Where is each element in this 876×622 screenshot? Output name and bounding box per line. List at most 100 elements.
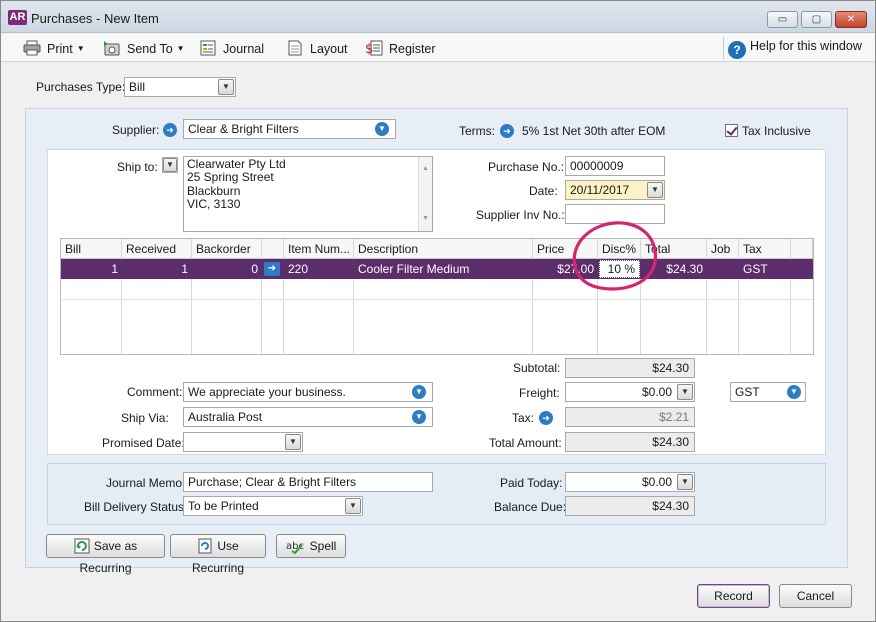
use-recurring-icon: [198, 538, 212, 554]
tax-detail-arrow-icon[interactable]: ➜: [539, 411, 553, 425]
item-detail-arrow-icon[interactable]: ➜: [264, 262, 280, 276]
line-items-table: Bill Received Backorder Item Num... Desc…: [60, 238, 814, 355]
terms-value: 5% 1st Net 30th after EOM: [522, 124, 666, 138]
paid-today-label: Paid Today:: [500, 476, 563, 490]
ship-to-dropdown[interactable]: ▼: [162, 157, 178, 173]
balance-due-label: Balance Due:: [494, 500, 567, 514]
column-divider: [284, 239, 354, 354]
comment-label: Comment:: [127, 385, 183, 399]
date-label: Date:: [529, 184, 558, 198]
column-divider: [192, 239, 262, 354]
purchase-type-value: Bill: [129, 80, 146, 94]
tax-inclusive-label: Tax Inclusive: [742, 124, 811, 138]
bill-delivery-select[interactable]: To be Printed ▼: [183, 496, 363, 516]
freight-input[interactable]: $0.00 ▼: [565, 382, 695, 402]
record-button[interactable]: Record: [697, 584, 770, 608]
cell-item-number[interactable]: 220: [284, 259, 354, 279]
chevron-down-icon[interactable]: ▼: [375, 122, 389, 136]
tax-inclusive-checkbox[interactable]: Tax Inclusive: [725, 124, 811, 138]
row-divider: [61, 299, 813, 300]
toolbar-separator: [723, 37, 724, 59]
column-divider: [61, 239, 122, 354]
register-button[interactable]: $ Register: [365, 40, 436, 58]
help-button[interactable]: ? Help for this window: [728, 39, 862, 59]
register-label: Register: [389, 42, 436, 56]
journal-memo-input[interactable]: Purchase; Clear & Bright Filters: [183, 472, 433, 492]
comment-value: We appreciate your business.: [188, 385, 346, 399]
purchase-type-select[interactable]: Bill ▼: [124, 77, 236, 97]
journal-label: Journal: [223, 42, 264, 56]
ship-via-label: Ship Via:: [121, 411, 169, 425]
ship-to-address-input[interactable]: Clearwater Pty Ltd 25 Spring Street Blac…: [183, 156, 433, 232]
cell-received[interactable]: 1: [122, 259, 192, 279]
printer-icon: [23, 40, 41, 56]
journal-button[interactable]: Journal: [199, 40, 264, 58]
send-to-icon: [104, 41, 120, 56]
promised-date-input[interactable]: ▼: [183, 432, 303, 452]
column-header-filler: [791, 239, 813, 259]
chevron-down-icon[interactable]: ▼: [412, 410, 426, 424]
supplier-inv-label: Supplier Inv No.:: [476, 208, 565, 222]
maximize-button[interactable]: ▢: [801, 11, 832, 28]
spell-label: Spell: [309, 539, 337, 553]
freight-value: $0.00: [641, 385, 672, 399]
cell-tax[interactable]: GST: [739, 259, 791, 279]
cell-description[interactable]: Cooler Filter Medium: [354, 259, 533, 279]
freight-tax-value: GST: [735, 385, 760, 399]
column-divider: [262, 239, 284, 354]
scroll-down-icon[interactable]: ▼: [422, 210, 429, 228]
cancel-button[interactable]: Cancel: [779, 584, 852, 608]
chevron-down-icon[interactable]: ▼: [677, 474, 693, 490]
cell-backorder[interactable]: 0: [192, 259, 262, 279]
address-scrollbar[interactable]: ▲ ▼: [418, 157, 432, 231]
chevron-down-icon[interactable]: ▼: [345, 498, 361, 514]
total-amount-value: $24.30: [565, 432, 695, 452]
highlight-circle-annotation: [572, 221, 658, 291]
checkbox-checked-icon[interactable]: [725, 124, 738, 137]
print-label: Print: [47, 42, 73, 56]
print-button[interactable]: Print ▼: [23, 40, 85, 58]
title-bar: AR Purchases - New Item ▭ ▢ ✕: [1, 1, 875, 33]
journal-memo-value: Purchase; Clear & Bright Filters: [188, 475, 357, 489]
supplier-detail-arrow-icon[interactable]: ➜: [163, 123, 177, 137]
app-logo: AR: [8, 10, 27, 25]
chevron-down-icon[interactable]: ▼: [163, 158, 177, 172]
chevron-down-icon[interactable]: ▼: [218, 79, 234, 95]
send-to-button[interactable]: Send To ▼: [103, 40, 185, 58]
spell-button[interactable]: abc Spell: [276, 534, 346, 558]
freight-tax-select[interactable]: GST ▼: [730, 382, 806, 402]
terms-arrow-icon[interactable]: ➜: [500, 124, 514, 138]
ship-to-label: Ship to:: [117, 160, 158, 174]
cell-job[interactable]: [707, 259, 739, 279]
chevron-down-icon[interactable]: ▼: [412, 385, 426, 399]
purchase-no-input[interactable]: 00000009: [565, 156, 665, 176]
ship-via-value: Australia Post: [188, 410, 263, 424]
calendar-dropdown-icon[interactable]: ▼: [647, 182, 663, 198]
total-amount-label: Total Amount:: [489, 436, 562, 450]
window-title: Purchases - New Item: [31, 11, 159, 26]
minimize-button[interactable]: ▭: [767, 11, 798, 28]
scroll-up-icon[interactable]: ▲: [422, 160, 429, 178]
cell-bill[interactable]: 1: [61, 259, 122, 279]
help-label: Help for this window: [750, 39, 862, 53]
purchase-type-label: Purchases Type:: [36, 80, 126, 94]
spell-check-icon: abc: [286, 541, 304, 554]
supplier-label: Supplier:: [112, 123, 160, 137]
paid-today-input[interactable]: $0.00 ▼: [565, 472, 695, 492]
freight-label: Freight:: [519, 386, 560, 400]
layout-button[interactable]: Layout: [286, 40, 348, 58]
supplier-select[interactable]: Clear & Bright Filters ▼: [183, 119, 396, 139]
chevron-down-icon[interactable]: ▼: [787, 385, 801, 399]
comment-select[interactable]: We appreciate your business. ▼: [183, 382, 433, 402]
use-recurring-button[interactable]: Use Recurring: [170, 534, 266, 575]
date-input[interactable]: 20/11/2017 ▼: [565, 180, 665, 200]
save-as-recurring-button[interactable]: Save as Recurring: [46, 534, 165, 575]
ship-via-select[interactable]: Australia Post ▼: [183, 407, 433, 427]
calendar-dropdown-icon[interactable]: ▼: [285, 434, 301, 450]
balance-due-value: $24.30: [565, 496, 695, 516]
layout-icon: [288, 40, 302, 56]
close-button[interactable]: ✕: [835, 11, 867, 28]
promised-date-label: Promised Date:: [102, 436, 185, 450]
chevron-down-icon[interactable]: ▼: [677, 384, 693, 400]
bill-delivery-label: Bill Delivery Status:: [84, 500, 188, 514]
